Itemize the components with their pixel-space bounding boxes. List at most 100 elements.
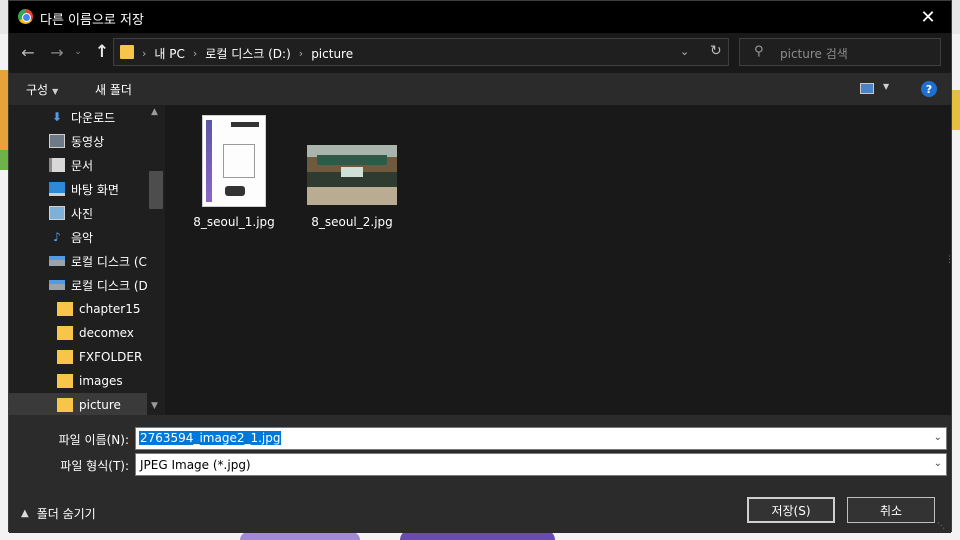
sidebar-item-label: 동영상 [71, 134, 105, 149]
address-row: ← → ⌄ ↑ › 내 PC › 로컬 디스크 (D:) › picture ⌄… [9, 33, 951, 73]
breadcrumb-item[interactable]: picture [311, 47, 353, 61]
file-list: 8_seoul_1.jpg 8_seoul_2.jpg ⋮ [165, 105, 954, 415]
desktop-icon [49, 182, 65, 196]
background-decoration [240, 532, 360, 540]
save-form: 파일 이름(N): 2763594_image2_1.jpg ⌄ 파일 형식(T… [9, 415, 951, 533]
hide-folders-label: 폴더 숨기기 [36, 507, 96, 521]
filetype-label: 파일 형식(T): [60, 459, 129, 473]
view-options-icon[interactable] [860, 83, 874, 94]
breadcrumb-separator: › [298, 47, 304, 60]
folder-icon [57, 374, 73, 388]
up-arrow-icon[interactable]: ↑ [91, 41, 113, 63]
sidebar-item-label: decomex [79, 326, 134, 340]
toolbar: 구성 ▼ 새 폴더 ▼ ? [9, 73, 951, 105]
chevron-down-icon[interactable]: ⌄ [934, 458, 942, 469]
splitter-grip-icon[interactable]: ⋮ [945, 255, 954, 265]
sidebar-item-label: 다운로드 [71, 110, 116, 125]
download-icon: ⬇ [51, 110, 63, 124]
forward-arrow-icon[interactable]: → [46, 41, 68, 63]
file-name: 8_seoul_1.jpg [193, 215, 275, 229]
refresh-icon[interactable]: ↻ [710, 43, 722, 59]
thumbnail-detail [341, 167, 363, 177]
scrollbar-thumb[interactable] [149, 171, 163, 209]
title-bar: 다른 이름으로 저장 ✕ [9, 1, 951, 33]
thumbnail-detail [225, 186, 245, 196]
sidebar-item-label: picture [79, 398, 121, 412]
sidebar-item-images[interactable]: images [9, 369, 149, 393]
save-as-dialog: 다른 이름으로 저장 ✕ ← → ⌄ ↑ › 내 PC › 로컬 디스크 (D:… [8, 0, 954, 533]
search-icon: ⚲ [754, 44, 764, 59]
cancel-button[interactable]: 취소 [847, 497, 935, 523]
image-thumbnail [307, 145, 397, 205]
sidebar-item-documents[interactable]: 문서 [9, 153, 149, 177]
sidebar-item-label: images [79, 374, 123, 388]
folder-icon [57, 302, 73, 316]
organize-label: 구성 [26, 83, 49, 97]
filename-field[interactable]: 2763594_image2_1.jpg ⌄ [135, 427, 947, 450]
chrome-icon [18, 9, 33, 24]
search-placeholder: picture 검색 [780, 47, 848, 61]
filetype-select[interactable]: JPEG Image (*.jpg) ⌄ [135, 453, 947, 476]
scroll-up-icon[interactable]: ▲ [151, 107, 158, 117]
file-item[interactable]: 8_seoul_2.jpg [305, 111, 399, 231]
drive-icon [49, 256, 65, 266]
music-icon: ♪ [53, 230, 61, 244]
folder-icon [120, 45, 134, 59]
sidebar-item-pictures[interactable]: 사진 [9, 201, 149, 225]
close-button[interactable]: ✕ [905, 1, 951, 33]
breadcrumb: › 내 PC › 로컬 디스크 (D:) › picture [142, 45, 353, 62]
sidebar-item-videos[interactable]: 동영상 [9, 129, 149, 153]
thumbnail-detail [317, 155, 387, 165]
sidebar-item-music[interactable]: ♪ 음악 [9, 225, 149, 249]
breadcrumb-item[interactable]: 로컬 디스크 (D:) [205, 45, 290, 62]
sidebar-item-label: FXFOLDER [79, 350, 143, 364]
sidebar-item-decomex[interactable]: decomex [9, 321, 149, 345]
resize-grip-icon[interactable]: ⋱ [937, 521, 945, 530]
sidebar-item-label: 로컬 디스크 (C [71, 254, 147, 269]
organize-button[interactable]: 구성 ▼ [26, 81, 58, 98]
thumbnail-detail [206, 120, 212, 202]
recent-locations-chevron-icon[interactable]: ⌄ [71, 41, 85, 63]
video-icon [49, 134, 65, 148]
sidebar-item-desktop[interactable]: 바탕 화면 [9, 177, 149, 201]
dialog-title: 다른 이름으로 저장 [40, 13, 144, 28]
hide-folders-button[interactable]: ▲ 폴더 숨기기 [21, 505, 96, 522]
folder-icon [57, 326, 73, 340]
photo-icon [49, 206, 65, 220]
caret-down-icon[interactable]: ▼ [883, 82, 889, 91]
sidebar-item-fxfolder[interactable]: FXFOLDER [9, 345, 149, 369]
search-input[interactable]: ⚲ picture 검색 [739, 38, 941, 66]
chevron-down-icon[interactable]: ⌄ [934, 432, 942, 443]
navigation-scrollbar[interactable]: ▲ ▼ [147, 105, 165, 415]
sidebar-item-drive-d[interactable]: 로컬 디스크 (D [9, 273, 149, 297]
thumbnail-detail [223, 144, 255, 178]
breadcrumb-separator: › [142, 47, 147, 60]
folder-icon [57, 350, 73, 364]
navigation-pane: ⬇ 다운로드 동영상 문서 바탕 화면 사진 ♪ 음악 로컬 디스크 (C 로컬… [9, 105, 165, 415]
image-thumbnail [202, 115, 266, 207]
sidebar-item-label: 사진 [71, 206, 94, 221]
sidebar-item-label: chapter15 [79, 302, 141, 316]
save-button[interactable]: 저장(S) [747, 497, 835, 523]
chevron-up-icon: ▲ [21, 508, 29, 519]
filename-value: 2763594_image2_1.jpg [139, 431, 282, 445]
sidebar-item-downloads[interactable]: ⬇ 다운로드 [9, 105, 149, 129]
scroll-down-icon[interactable]: ▼ [151, 401, 158, 411]
address-bar[interactable]: › 내 PC › 로컬 디스크 (D:) › picture ⌄ ↻ [113, 38, 729, 66]
sidebar-item-picture[interactable]: picture [9, 393, 149, 415]
sidebar-item-chapter15[interactable]: chapter15 [9, 297, 149, 321]
address-dropdown-icon[interactable]: ⌄ [680, 45, 689, 58]
sidebar-item-drive-c[interactable]: 로컬 디스크 (C [9, 249, 149, 273]
sidebar-item-label: 로컬 디스크 (D [71, 278, 148, 293]
filename-label: 파일 이름(N): [58, 433, 129, 447]
file-item[interactable]: 8_seoul_1.jpg [187, 111, 281, 231]
help-icon[interactable]: ? [921, 81, 937, 97]
sidebar-item-label: 바탕 화면 [71, 182, 119, 197]
drive-icon [49, 280, 65, 290]
breadcrumb-separator: › [192, 47, 198, 60]
new-folder-button[interactable]: 새 폴더 [95, 81, 132, 98]
caret-down-icon: ▼ [52, 87, 59, 96]
breadcrumb-item[interactable]: 내 PC [154, 45, 184, 62]
document-icon [49, 158, 65, 172]
back-arrow-icon[interactable]: ← [17, 41, 39, 63]
